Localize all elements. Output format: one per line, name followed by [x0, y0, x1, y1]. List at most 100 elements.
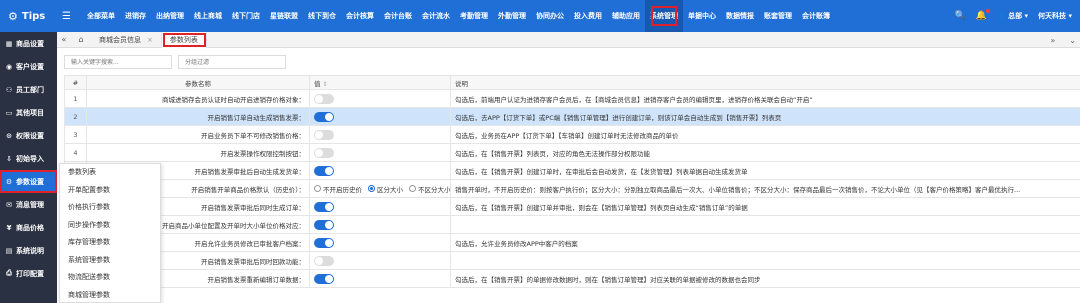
top-menu-item[interactable]: 会计流水	[417, 0, 455, 32]
table-row[interactable]: 11开启销售发票重新编辑订单数据：勾选后，在【销售开票】的单据修改数据时，则在【…	[64, 269, 1080, 288]
user-menu[interactable]: 👤 总部 ▾	[997, 11, 1028, 21]
top-menu-item[interactable]: 线上商城	[189, 0, 227, 32]
toggle-switch[interactable]	[314, 219, 334, 230]
param-value: 不开启历史价 区分大小 不区分大小	[309, 179, 451, 198]
param-value	[309, 233, 451, 252]
toggle-switch[interactable]	[314, 165, 334, 176]
param-name: 开启业务员下单不可修改销售价格：	[86, 125, 310, 144]
hamburger-icon[interactable]: ☰	[62, 11, 76, 22]
top-menu-item[interactable]: 出纳管理	[151, 0, 189, 32]
brand[interactable]: ⚙ Tips	[0, 10, 62, 23]
table-row[interactable]: 6开启销售开单商品价格默认（历史价）：不开启历史价区分大小不区分大小销售开单时，…	[64, 179, 1080, 198]
group-filter-input[interactable]	[178, 55, 286, 69]
radio-option[interactable]: 不区分大小	[409, 184, 451, 194]
radio-option[interactable]: 不开启历史价	[314, 184, 362, 194]
top-menu-item[interactable]: 线下门店	[227, 0, 265, 32]
top-menu-item[interactable]: 数据情报	[721, 0, 759, 32]
submenu-item[interactable]: 同步操作参数	[60, 217, 160, 235]
radio-label: 区分大小	[377, 185, 403, 194]
company-menu[interactable]: 何天科技 ▾	[1038, 11, 1072, 21]
submenu-item[interactable]: 参数列表	[60, 164, 160, 182]
submenu-item[interactable]: 物流配送参数	[60, 269, 160, 287]
radio-dot	[409, 185, 416, 192]
tab[interactable]: 商城会员信息 ×	[91, 31, 162, 48]
double-chevron-left-icon[interactable]: «	[57, 35, 71, 44]
toggle-switch[interactable]	[314, 201, 334, 212]
top-right-tools: 🔍 🔔 👤 总部 ▾ 何天科技 ▾	[955, 0, 1072, 32]
header-name: 参数名称	[86, 75, 310, 90]
toggle-switch[interactable]	[314, 111, 334, 122]
top-menu-item[interactable]: 会计账簿	[797, 0, 835, 32]
top-menu-item[interactable]: 星链联盟	[265, 0, 303, 32]
search-icon[interactable]: 🔍	[955, 11, 966, 21]
chevron-down-icon: ▾	[1024, 12, 1029, 20]
sidebar-item[interactable]: ▤ 系统说明	[0, 239, 57, 262]
notification-bell[interactable]: 🔔	[976, 9, 990, 21]
search-input[interactable]	[64, 55, 172, 69]
top-menu-item[interactable]: 辅助应用	[607, 0, 645, 32]
toggle-switch[interactable]	[314, 255, 334, 266]
top-menu-item[interactable]: 账套管理	[759, 0, 797, 32]
top-menu-item[interactable]: 单据中心	[683, 0, 721, 32]
table-row[interactable]: 1 商城进销存会员认证时自动开启进销存价格对象： 勾选后，前端用户认证为进销存客户会…	[64, 89, 1080, 108]
table-row[interactable]: 10开启销售发票审批后同时回款功能：	[64, 251, 1080, 270]
table-row[interactable]: 4 开启发票操作权限控制按钮： 勾选后，在【销售开票】列表页，对应的角色无法操作部分…	[64, 143, 1080, 162]
close-icon[interactable]: ×	[147, 32, 153, 48]
row-num: 3	[64, 125, 87, 144]
top-menu-item[interactable]: 考勤管理	[455, 0, 493, 32]
sidebar-item[interactable]: ⇩ 初始导入	[0, 147, 57, 170]
radio-option[interactable]: 区分大小	[368, 184, 403, 194]
submenu-item[interactable]: 开单配置参数	[60, 182, 160, 200]
company-label: 何天科技	[1038, 12, 1067, 20]
sidebar: ▦ 商品设置 ◉ 客户设置 ⚇ 员工部门 ▭ 其他项目 ⊙ 权限设置 ⇩ 初始导入 ⚙ 参数设置 ✉ 消息管理…	[0, 32, 57, 303]
sidebar-item[interactable]: ◉ 客户设置	[0, 55, 57, 78]
submenu-item[interactable]: 商城管理参数	[60, 287, 160, 303]
submenu-item[interactable]: 系统管理参数	[60, 252, 160, 270]
table-row[interactable]: 5开启销售发票审批后自动生成发货单：勾选后，在【销售开票】创建订单时，在审批后会…	[64, 161, 1080, 180]
radio-group: 不开启历史价 区分大小 不区分大小	[314, 184, 450, 194]
top-menu-item[interactable]: 全部菜单	[82, 0, 120, 32]
sidebar-item[interactable]: ⚙ 参数设置	[0, 170, 57, 193]
top-menu-item[interactable]: 会计核算	[341, 0, 379, 32]
toggle-switch[interactable]	[314, 273, 334, 284]
param-value	[309, 143, 451, 162]
sidebar-item[interactable]: ▭ 其他项目	[0, 101, 57, 124]
sidebar-item[interactable]: ⎙ 打印配置	[0, 262, 57, 285]
sidebar-item-label: 打印配置	[16, 269, 44, 278]
home-icon[interactable]: ⌂	[71, 35, 91, 44]
top-menu-item[interactable]: 外勤管理	[493, 0, 531, 32]
param-table: # 参数名称 值 ⇕ 说明 1 商城进销存会员认证时自动开启进销存价格对象： 勾选后，…	[64, 75, 1080, 288]
top-menu-item[interactable]: 投入费用	[569, 0, 607, 32]
top-menu-item[interactable]: 会计台账	[379, 0, 417, 32]
radio-label: 不区分大小	[418, 185, 451, 194]
table-row[interactable]: 2 开启销售订单自动生成销售发票： 勾选后，去APP【订货下单】或PC端【销售订单管…	[64, 107, 1080, 126]
table-row[interactable]: 3 开启业务员下单不可修改销售价格： 勾选后，业务员在APP【订货下单】【车销单】创…	[64, 125, 1080, 144]
filter-bar	[64, 55, 286, 71]
top-menu-item[interactable]: 协同办公	[531, 0, 569, 32]
param-submenu: 参数列表 开单配置参数 价格执行参数 同步操作参数 库存管理参数 系统管理参数 物流配送参数…	[59, 163, 161, 303]
top-menu-item[interactable]: 进销存	[120, 0, 151, 32]
user-label: 总部	[1008, 12, 1023, 20]
tab-bar-right: » ⌄	[1050, 32, 1076, 48]
sidebar-item[interactable]: ¥ 商品价格	[0, 216, 57, 239]
table-row[interactable]: 7开启销售发票审批后同时生成订单：勾选后，在【销售开票】创建订单并审批，则会在【…	[64, 197, 1080, 216]
top-menu-item[interactable]: 系统管理	[645, 0, 683, 32]
sidebar-item[interactable]: ✉ 消息管理	[0, 193, 57, 216]
submenu-item[interactable]: 库存管理参数	[60, 234, 160, 252]
submenu-item[interactable]: 价格执行参数	[60, 199, 160, 217]
toggle-switch[interactable]	[314, 93, 334, 104]
table-row[interactable]: 8开启商品小单位配置及开单时大小单位价格对应：	[64, 215, 1080, 234]
toggle-switch[interactable]	[314, 129, 334, 140]
double-chevron-right-icon[interactable]: »	[1050, 36, 1055, 45]
sidebar-item[interactable]: ▦ 商品设置	[0, 32, 57, 55]
sidebar-item[interactable]: ⚇ 员工部门	[0, 78, 57, 101]
param-desc: 勾选后，在【销售开票】的单据修改数据时，则在【销售订单管理】对应关联的单据被修改…	[450, 269, 1080, 288]
table-row[interactable]: 9开启允许业务员修改已审批客户档案：勾选后，允许业务员修改APP中客户的档案	[64, 233, 1080, 252]
toggle-switch[interactable]	[314, 237, 334, 248]
header-value[interactable]: 值 ⇕	[309, 75, 451, 90]
chevron-down-icon[interactable]: ⌄	[1069, 36, 1076, 45]
toggle-switch[interactable]	[314, 147, 334, 158]
sidebar-item[interactable]: ⊙ 权限设置	[0, 124, 57, 147]
top-menu-item[interactable]: 线下到仓	[303, 0, 341, 32]
tab[interactable]: 参数列表	[161, 31, 207, 48]
